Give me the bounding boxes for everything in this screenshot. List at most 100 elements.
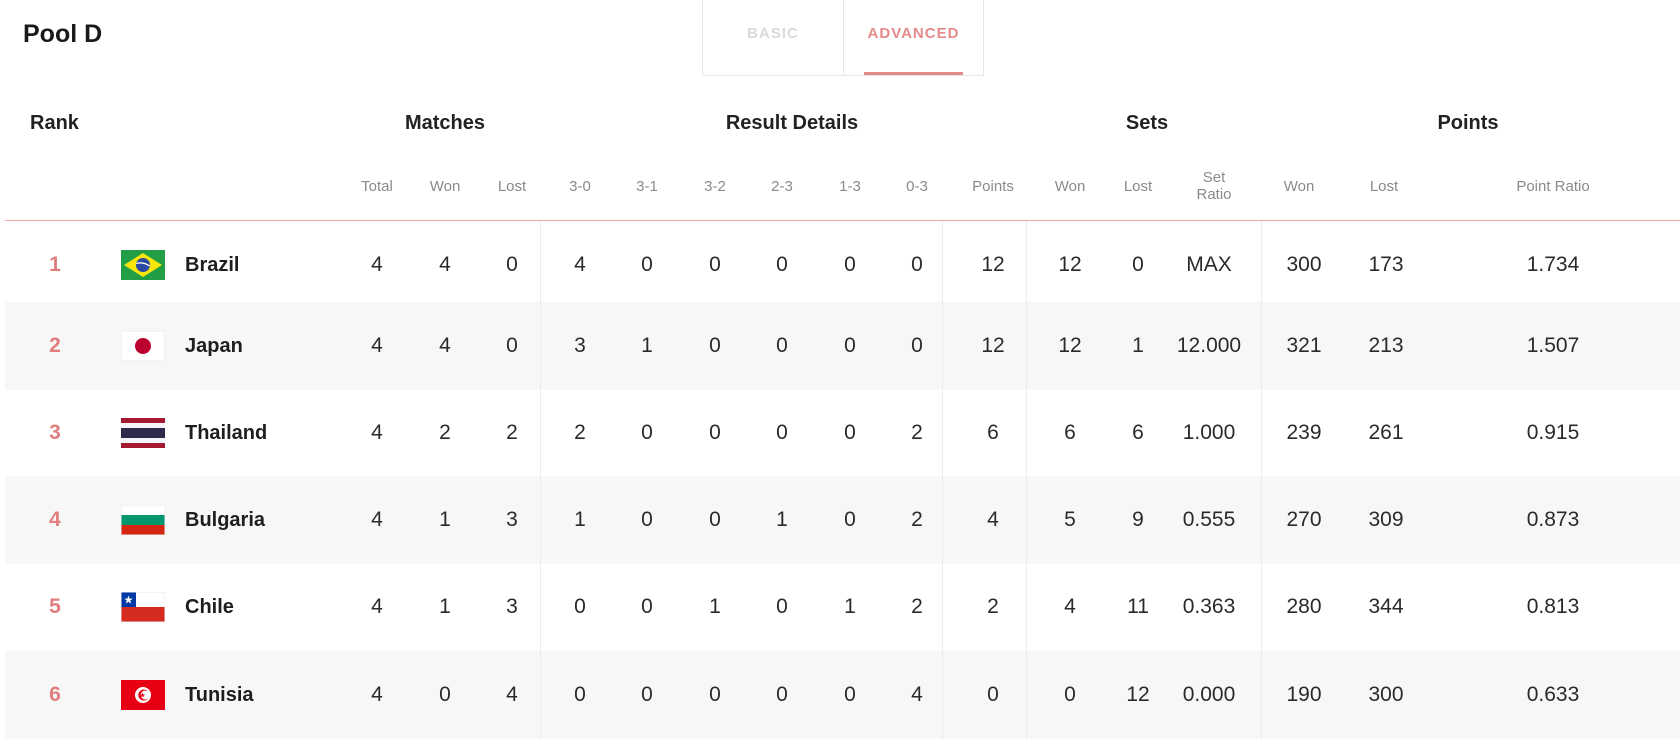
subheader-matches-won: Won bbox=[429, 178, 461, 195]
team-name[interactable]: Chile bbox=[185, 563, 234, 651]
sets-lost-cell: 12 bbox=[1126, 683, 1150, 706]
rank-cell: 3 bbox=[49, 421, 61, 444]
result-points-cell: 4 bbox=[987, 508, 999, 531]
subheader-matches-total: Total bbox=[361, 178, 393, 195]
table-row: 5 4 1 3 0 0 1 0 1 2 2 4 11 0.363 280 344 0.813 Chile bbox=[5, 563, 1680, 651]
matches-lost-cell: 2 bbox=[506, 421, 518, 444]
matches-total-cell: 4 bbox=[371, 595, 383, 618]
thailand-flag bbox=[121, 418, 165, 448]
result-0-3-cell: 0 bbox=[911, 334, 923, 357]
result-3-0-cell: 4 bbox=[574, 253, 586, 276]
result-1-3-cell: 0 bbox=[844, 508, 856, 531]
column-separator bbox=[540, 221, 541, 740]
subheader-points-lost: Lost bbox=[1369, 178, 1399, 195]
points-lost-cell: 300 bbox=[1368, 683, 1404, 706]
subheader-result-3-1: 3-1 bbox=[636, 178, 658, 195]
table-row: 2 4 4 0 3 1 0 0 0 0 12 12 1 12.000 321 213 1.507 Japan bbox=[5, 302, 1680, 390]
result-0-3-cell: 2 bbox=[911, 508, 923, 531]
rank-cell: 2 bbox=[49, 334, 61, 357]
set-ratio-cell: 0.000 bbox=[1182, 683, 1236, 706]
japan-flag bbox=[121, 331, 165, 361]
points-won-cell: 190 bbox=[1286, 683, 1322, 706]
result-3-2-cell: 0 bbox=[709, 253, 721, 276]
subheader-set-ratio-line2: Ratio bbox=[1196, 186, 1232, 203]
sets-won-cell: 4 bbox=[1064, 595, 1076, 618]
subheader-points-won: Won bbox=[1283, 178, 1315, 195]
subheader-result-3-2: 3-2 bbox=[704, 178, 726, 195]
matches-lost-cell: 3 bbox=[506, 595, 518, 618]
point-ratio-cell: 1.507 bbox=[1526, 334, 1580, 357]
rank-cell: 4 bbox=[49, 508, 61, 531]
subheader-set-ratio: Set Ratio bbox=[1196, 169, 1231, 203]
bulgaria-flag bbox=[121, 505, 165, 535]
result-1-3-cell: 0 bbox=[844, 253, 856, 276]
result-3-0-cell: 0 bbox=[574, 683, 586, 706]
result-2-3-cell: 0 bbox=[776, 683, 788, 706]
result-points-cell: 2 bbox=[987, 595, 999, 618]
team-name[interactable]: Bulgaria bbox=[185, 476, 265, 564]
rank-cell: 5 bbox=[49, 595, 61, 618]
point-ratio-cell: 1.734 bbox=[1526, 253, 1580, 276]
matches-won-cell: 0 bbox=[439, 683, 451, 706]
point-ratio-cell: 0.873 bbox=[1526, 508, 1580, 531]
sets-lost-cell: 1 bbox=[1132, 334, 1144, 357]
points-lost-cell: 344 bbox=[1368, 595, 1404, 618]
sets-lost-cell: 6 bbox=[1132, 421, 1144, 444]
team-name[interactable]: Tunisia bbox=[185, 651, 254, 739]
subheader-result-1-3: 1-3 bbox=[839, 178, 861, 195]
table-row: 3 4 2 2 2 0 0 0 0 2 6 6 6 1.000 239 261 0.915 Thailand bbox=[5, 389, 1680, 477]
matches-won-cell: 2 bbox=[439, 421, 451, 444]
pool-title: Pool D bbox=[23, 20, 103, 48]
result-3-2-cell: 1 bbox=[709, 595, 721, 618]
result-2-3-cell: 1 bbox=[776, 508, 788, 531]
team-name[interactable]: Thailand bbox=[185, 389, 267, 477]
team-name[interactable]: Brazil bbox=[185, 221, 239, 309]
set-ratio-cell: MAX bbox=[1186, 253, 1232, 276]
table-row: 4 4 1 3 1 0 0 1 0 2 4 5 9 0.555 270 309 0.873 Bulgaria bbox=[5, 476, 1680, 564]
result-2-3-cell: 0 bbox=[776, 253, 788, 276]
sets-won-cell: 12 bbox=[1058, 334, 1082, 357]
matches-total-cell: 4 bbox=[371, 253, 383, 276]
point-ratio-cell: 0.915 bbox=[1526, 421, 1580, 444]
result-1-3-cell: 1 bbox=[844, 595, 856, 618]
tunisia-flag bbox=[121, 680, 165, 710]
chile-flag bbox=[121, 592, 165, 622]
matches-total-cell: 4 bbox=[371, 508, 383, 531]
brazil-flag bbox=[121, 250, 165, 280]
matches-total-cell: 4 bbox=[371, 421, 383, 444]
tab-basic[interactable]: BASIC bbox=[703, 0, 843, 75]
active-tab-indicator bbox=[864, 72, 963, 75]
subheader-result-0-3: 0-3 bbox=[906, 178, 928, 195]
set-ratio-cell: 0.363 bbox=[1182, 595, 1236, 618]
point-ratio-cell: 0.813 bbox=[1526, 595, 1580, 618]
header-matches: Matches bbox=[404, 112, 486, 134]
result-3-2-cell: 0 bbox=[709, 683, 721, 706]
rank-cell: 1 bbox=[49, 253, 61, 276]
result-2-3-cell: 0 bbox=[776, 595, 788, 618]
column-separator bbox=[942, 221, 943, 740]
team-name[interactable]: Japan bbox=[185, 302, 243, 390]
result-0-3-cell: 4 bbox=[911, 683, 923, 706]
points-lost-cell: 213 bbox=[1368, 334, 1404, 357]
result-0-3-cell: 2 bbox=[911, 595, 923, 618]
result-3-2-cell: 0 bbox=[709, 334, 721, 357]
subheader-sets-lost: Lost bbox=[1123, 178, 1153, 195]
points-won-cell: 280 bbox=[1286, 595, 1322, 618]
points-lost-cell: 261 bbox=[1368, 421, 1404, 444]
tab-advanced-label: ADVANCED bbox=[867, 25, 960, 42]
result-points-cell: 12 bbox=[981, 334, 1005, 357]
subheader-result-3-0: 3-0 bbox=[569, 178, 591, 195]
sets-won-cell: 12 bbox=[1058, 253, 1082, 276]
set-ratio-cell: 1.000 bbox=[1182, 421, 1236, 444]
sets-lost-cell: 0 bbox=[1132, 253, 1144, 276]
matches-won-cell: 4 bbox=[439, 253, 451, 276]
matches-lost-cell: 3 bbox=[506, 508, 518, 531]
points-won-cell: 239 bbox=[1286, 421, 1322, 444]
table-row: 6 4 0 4 0 0 0 0 0 4 0 0 12 0.000 190 300 0.633 Tunisia bbox=[5, 651, 1680, 739]
tab-advanced[interactable]: ADVANCED bbox=[843, 0, 983, 75]
points-lost-cell: 173 bbox=[1368, 253, 1404, 276]
result-3-1-cell: 1 bbox=[641, 334, 653, 357]
result-3-2-cell: 0 bbox=[709, 508, 721, 531]
result-1-3-cell: 0 bbox=[844, 334, 856, 357]
result-3-1-cell: 0 bbox=[641, 595, 653, 618]
